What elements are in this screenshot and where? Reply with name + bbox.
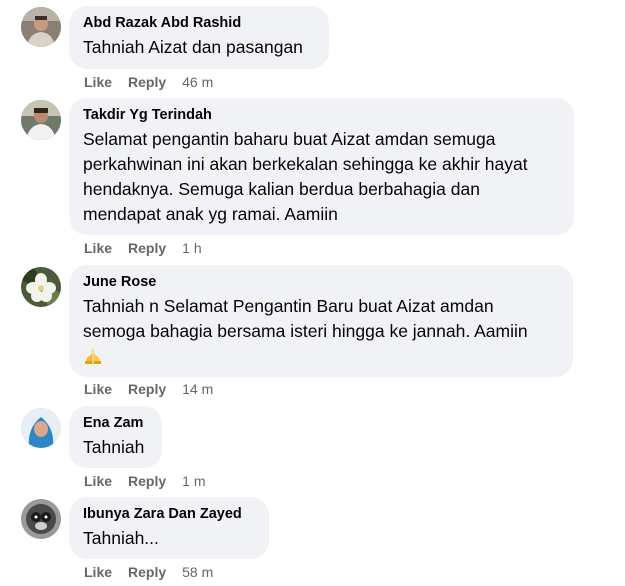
comment-actions: Like Reply 58 m <box>84 563 213 581</box>
comment-emoji-line <box>83 344 559 369</box>
comment-text-line: Tahniah n Selamat Pengantin Baru buat Ai… <box>83 296 494 316</box>
comment-actions: Like Reply 1 m <box>84 472 205 490</box>
avatar[interactable] <box>21 499 61 539</box>
comment-actions: Like Reply 46 m <box>84 73 213 91</box>
comment-author[interactable]: Ena Zam <box>83 414 148 432</box>
comment-author[interactable]: Ibunya Zara Dan Zayed <box>83 505 255 523</box>
comment-text-line: Selamat pengantin baharu buat Aizat amda… <box>83 129 496 149</box>
person-photo-icon <box>21 7 61 47</box>
comment-text: Tahniah... <box>83 528 159 548</box>
reply-button[interactable]: Reply <box>128 381 166 397</box>
comment-text-line: hendaknya. Semuga kalian berdua berbahag… <box>83 179 480 199</box>
comment-bubble: June Rose Tahniah n Selamat Pengantin Ba… <box>69 265 573 377</box>
comment-timestamp[interactable]: 1 h <box>182 240 201 256</box>
comment-text-line: perkahwinan ini akan berkekalan sehingga… <box>83 154 528 174</box>
comment-text-line: mendapat anak yg ramai. Aamiin <box>83 204 338 224</box>
like-button[interactable]: Like <box>84 240 112 256</box>
avatar[interactable] <box>21 408 61 448</box>
comment-actions: Like Reply 1 h <box>84 239 202 257</box>
comment-bubble: Ibunya Zara Dan Zayed Tahniah... <box>69 497 269 559</box>
reply-button[interactable]: Reply <box>128 74 166 90</box>
praying-hands-emoji-icon <box>83 345 103 365</box>
comment-author[interactable]: Abd Razak Abd Rashid <box>83 14 315 32</box>
reply-button[interactable]: Reply <box>128 240 166 256</box>
comment-text: Selamat pengantin baharu buat Aizat amda… <box>83 127 560 227</box>
comment-text-line: semoga bahagia bersama isteri hingga ke … <box>83 321 528 341</box>
avatar[interactable] <box>21 267 61 307</box>
comment-author[interactable]: Takdir Yg Terindah <box>83 106 560 124</box>
comment-timestamp[interactable]: 1 m <box>182 473 205 489</box>
monochrome-photo-icon <box>21 499 61 539</box>
like-button[interactable]: Like <box>84 74 112 90</box>
reply-button[interactable]: Reply <box>128 564 166 580</box>
like-button[interactable]: Like <box>84 473 112 489</box>
person-hijab-photo-icon <box>21 408 61 448</box>
comment-bubble: Takdir Yg Terindah Selamat pengantin bah… <box>69 98 574 235</box>
comment-bubble: Abd Razak Abd Rashid Tahniah Aizat dan p… <box>69 6 329 69</box>
comment-bubble: Ena Zam Tahniah <box>69 406 162 468</box>
comment-timestamp[interactable]: 14 m <box>182 381 213 397</box>
like-button[interactable]: Like <box>84 564 112 580</box>
comment-author[interactable]: June Rose <box>83 273 559 291</box>
avatar[interactable] <box>21 100 61 140</box>
comment-text: Tahniah n Selamat Pengantin Baru buat Ai… <box>83 294 559 369</box>
person-photo-icon <box>21 100 61 140</box>
comment-text: Tahniah Aizat dan pasangan <box>83 37 303 57</box>
comment-text: Tahniah <box>83 437 145 457</box>
like-button[interactable]: Like <box>84 381 112 397</box>
reply-button[interactable]: Reply <box>128 473 166 489</box>
comment-timestamp[interactable]: 58 m <box>182 564 213 580</box>
flower-photo-icon <box>21 267 61 307</box>
comment-timestamp[interactable]: 46 m <box>182 74 213 90</box>
avatar[interactable] <box>21 7 61 47</box>
comment-actions: Like Reply 14 m <box>84 380 213 398</box>
